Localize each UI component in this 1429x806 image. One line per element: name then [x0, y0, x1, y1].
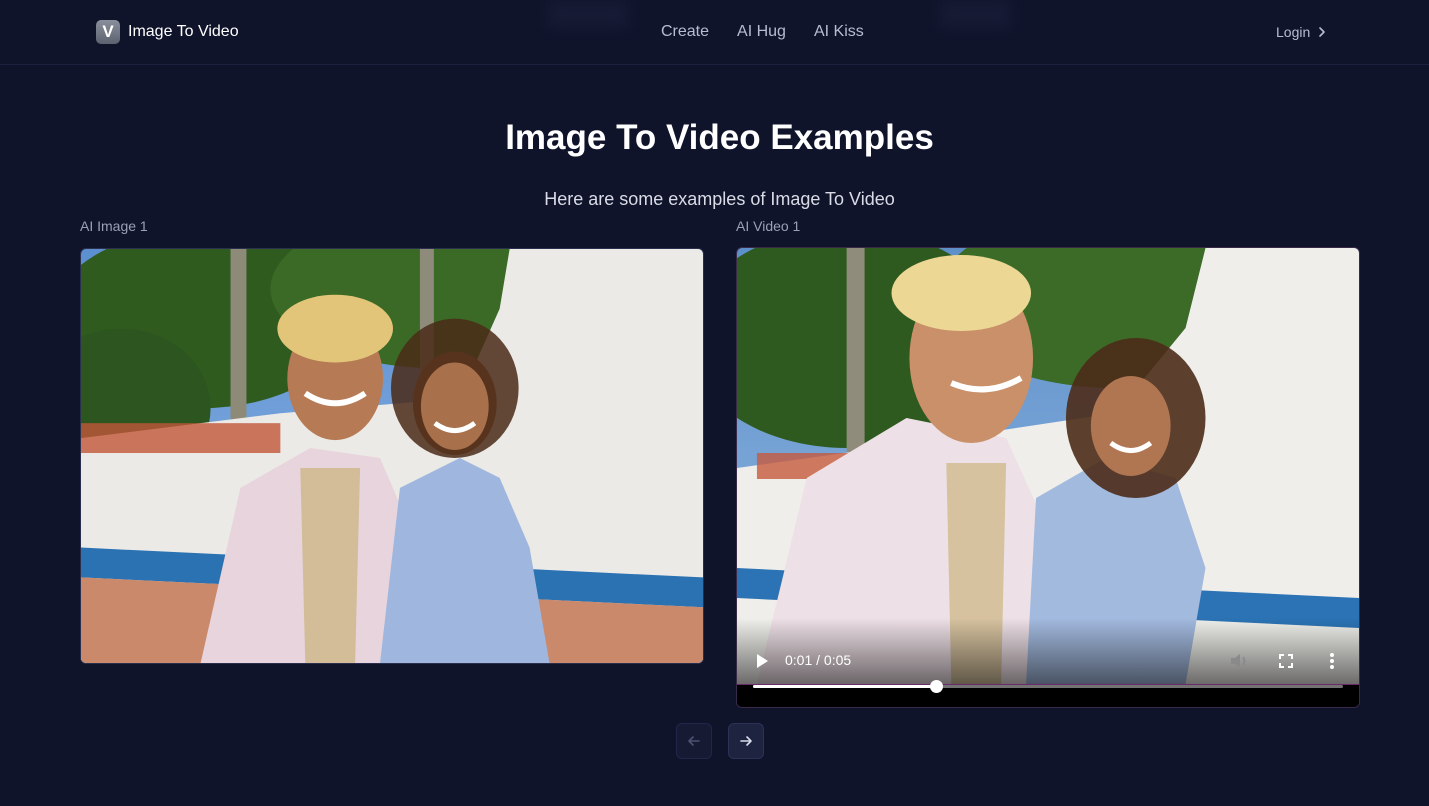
next-example-button[interactable]	[728, 723, 764, 759]
login-label: Login	[1276, 24, 1311, 40]
page-subtitle: Here are some examples of Image To Video	[544, 189, 895, 209]
example-image-label: AI Image 1	[80, 218, 148, 234]
video-time-display: 0:01 / 0:05	[785, 652, 852, 668]
blurred-background-shape	[940, 0, 1010, 28]
fullscreen-icon[interactable]	[1278, 653, 1294, 669]
video-progress-slider[interactable]	[753, 680, 1343, 693]
previous-example-button[interactable]	[676, 723, 712, 759]
video-controls-bar: 0:01 / 0:05	[737, 648, 1359, 674]
arrow-left-icon	[688, 736, 700, 746]
example-image	[80, 248, 704, 664]
chevron-right-icon	[1319, 27, 1326, 37]
brand-name: Image To Video	[128, 23, 239, 40]
couple-photo-illustration	[81, 249, 703, 663]
volume-icon[interactable]	[1229, 652, 1249, 670]
example-video-label: AI Video 1	[736, 218, 801, 234]
play-icon[interactable]	[755, 653, 769, 669]
video-progress-thumb[interactable]	[929, 680, 943, 693]
nav-item-create[interactable]: Create	[661, 22, 709, 42]
more-options-icon[interactable]	[1329, 652, 1335, 670]
login-button[interactable]: Login	[1276, 24, 1328, 40]
example-video-player[interactable]: 0:01 / 0:05	[736, 247, 1360, 708]
brand-logo-icon: V	[96, 20, 120, 44]
brand-logo-letter: V	[102, 22, 114, 41]
brand-home-link[interactable]: V Image To Video	[96, 20, 239, 44]
arrow-right-icon	[740, 736, 752, 746]
nav-item-ai-hug[interactable]: AI Hug	[737, 22, 786, 42]
main-nav: Create AI Hug AI Kiss	[661, 22, 864, 42]
top-navigation-bar: V Image To Video Create AI Hug AI Kiss L…	[0, 0, 1429, 65]
page-title: Image To Video Examples	[505, 118, 934, 157]
blurred-background-shape	[548, 0, 628, 28]
video-progress-fill	[753, 685, 936, 688]
nav-item-ai-kiss[interactable]: AI Kiss	[814, 22, 864, 42]
